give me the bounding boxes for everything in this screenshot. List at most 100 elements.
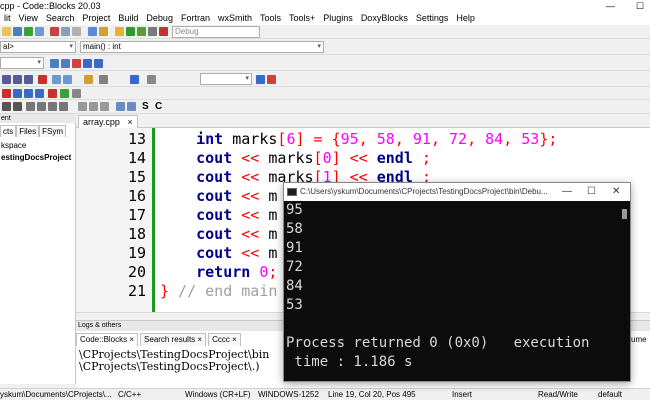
close-icon[interactable]: × [127,117,132,127]
paste-icon[interactable] [72,27,81,36]
tree-project[interactable]: estingDocsProject [1,152,71,163]
run-icon[interactable] [126,27,135,36]
panel-icon[interactable] [59,102,68,111]
next-instruction-icon[interactable] [35,89,44,98]
tab-document[interactable]: ume [631,334,647,346]
tab-search-results[interactable]: Search results × [140,333,207,346]
highlight-icon[interactable] [72,59,81,68]
save-icon[interactable] [13,27,22,36]
menu-build[interactable]: Build [114,12,142,25]
menu-tools[interactable]: Tools [256,12,285,25]
step-icon[interactable] [2,75,11,84]
menu-edit[interactable]: lit [0,12,15,25]
step-into-icon[interactable] [13,75,22,84]
menu-bar: lit View Search Project Build Debug Fort… [0,12,650,25]
minimize-button[interactable]: — [606,0,615,12]
menu-view[interactable]: View [15,12,42,25]
forward-icon[interactable] [61,59,70,68]
code-token: << [241,206,260,224]
function-select[interactable]: main() : int ▾ [80,41,324,53]
box-icon[interactable] [2,102,11,111]
undo-icon[interactable] [24,27,33,36]
build-run-icon[interactable] [137,27,146,36]
tab-projects[interactable]: cts [0,125,17,137]
match-case-icon[interactable] [94,59,103,68]
tab-array-cpp[interactable]: array.cpp × [78,115,138,128]
next-icon[interactable] [24,89,33,98]
tab-cccc[interactable]: Cccc × [208,333,241,346]
line-number: 16 [127,187,146,205]
open-icon[interactable] [2,27,11,36]
panel-icon[interactable] [26,102,35,111]
tree-workspace[interactable]: kspace [1,140,26,151]
tab-files[interactable]: Files [16,125,40,137]
watch-icon[interactable] [52,75,61,84]
console-window[interactable]: C:\Users\yskum\Documents\CProjects\Testi… [283,182,631,382]
redo-icon[interactable] [35,27,44,36]
pen-icon[interactable] [147,75,156,84]
menu-doxyblocks[interactable]: DoxyBlocks [357,12,412,25]
editor-tab-bar: array.cpp × [76,114,650,128]
cut-icon[interactable] [50,27,59,36]
find-icon[interactable] [88,27,97,36]
zoom-in-icon[interactable] [116,102,125,111]
console-scrollbar[interactable] [620,201,630,381]
s-icon[interactable]: S [142,100,149,113]
replace-icon[interactable] [99,27,108,36]
frame-icon[interactable] [100,102,109,111]
tab-codeblocks-log[interactable]: Code::Blocks × [76,333,139,346]
copy-icon[interactable] [61,27,70,36]
menu-fortran[interactable]: Fortran [177,12,214,25]
panel-icon[interactable] [48,102,57,111]
scope-select[interactable]: al> ▾ [0,41,76,53]
console-maximize-button[interactable]: ☐ [587,183,596,201]
continue-icon[interactable] [13,89,22,98]
step-out-icon[interactable] [24,75,33,84]
tab-fsymbols[interactable]: FSym [39,125,67,137]
console-close-button[interactable]: ✕ [612,183,620,201]
console-minimize-button[interactable]: — [562,183,572,201]
frame-icon[interactable] [89,102,98,111]
debug-windows-icon[interactable] [72,89,81,98]
menu-search[interactable]: Search [42,12,79,25]
stop-icon[interactable] [38,75,47,84]
debug-stop-icon[interactable] [48,89,57,98]
build-target-select[interactable]: Debug [172,26,260,38]
menu-wxsmith[interactable]: wxSmith [214,12,256,25]
code-token: cout [196,149,233,167]
c-icon[interactable]: C [155,100,162,113]
menu-tools-plus[interactable]: Tools+ [285,12,319,25]
rebuild-icon[interactable] [148,27,157,36]
panel-icon[interactable] [37,102,46,111]
back-icon[interactable] [50,59,59,68]
frame-icon[interactable] [78,102,87,111]
menu-help[interactable]: Help [452,12,479,25]
build-icon[interactable] [115,27,124,36]
menu-settings[interactable]: Settings [412,12,453,25]
zoom-in-icon[interactable] [256,75,265,84]
info-icon[interactable] [63,75,72,84]
menu-debug[interactable]: Debug [142,12,177,25]
regex-icon[interactable] [83,59,92,68]
maximize-button[interactable]: ☐ [636,0,644,12]
tab-label: array.cpp [83,117,120,127]
doxy-icon[interactable] [84,75,93,84]
abort-icon[interactable] [159,27,168,36]
console-scrollbar-thumb[interactable] [622,209,627,219]
code-token: cout [196,244,233,262]
menu-plugins[interactable]: Plugins [319,12,357,25]
zoom-combo[interactable]: ▾ [200,73,252,85]
search-combo[interactable]: ▾ [0,57,44,69]
zoom-out-icon[interactable] [267,75,276,84]
comment-icon[interactable] [99,75,108,84]
breakpoint-icon[interactable] [2,89,11,98]
grid-icon[interactable] [13,102,22,111]
debug-start-icon[interactable] [60,89,69,98]
zoom-out-icon[interactable] [127,102,136,111]
menu-project[interactable]: Project [78,12,114,25]
html-icon[interactable] [130,75,139,84]
chevron-down-icon: ▾ [317,43,321,50]
